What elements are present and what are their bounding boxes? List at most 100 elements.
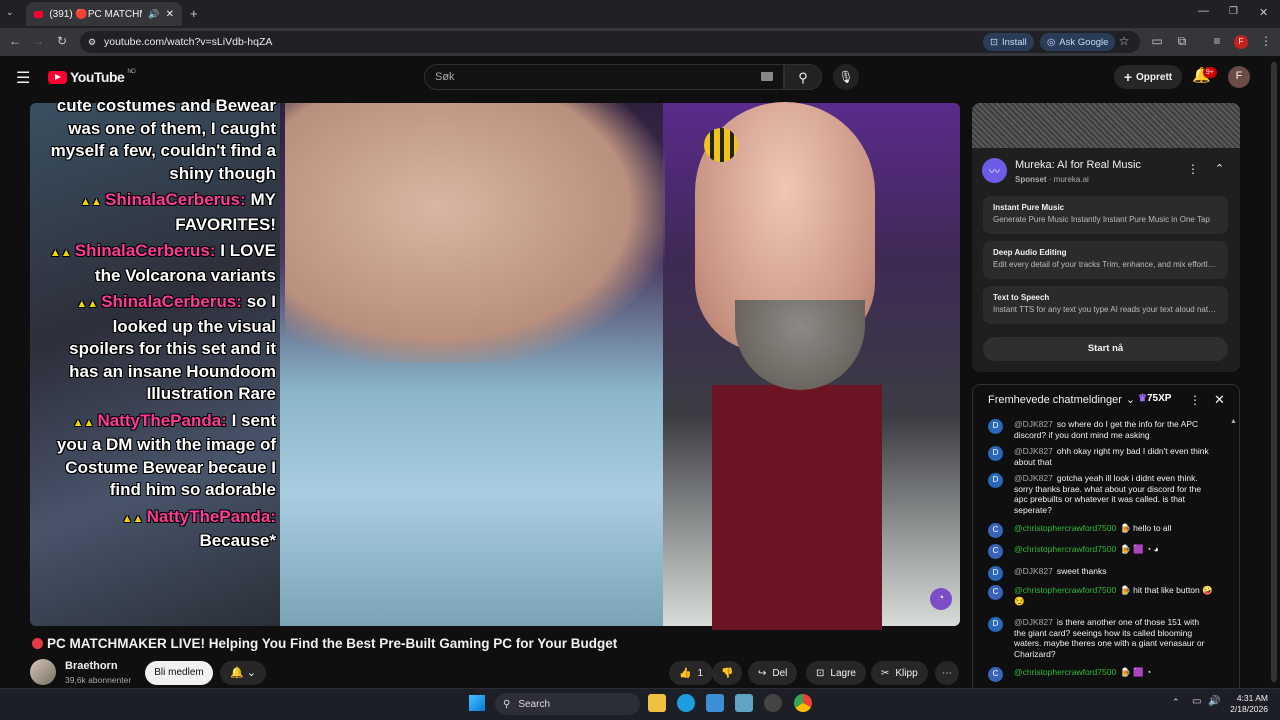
chat-author[interactable]: @DJK827: [1014, 617, 1053, 627]
chat-author[interactable]: @DJK827: [1014, 473, 1053, 483]
ad-sitelink[interactable]: Deep Audio Editing Edit every detail of y…: [983, 241, 1228, 279]
thumbs-down-icon: 👎: [721, 667, 734, 679]
taskbar-clock[interactable]: 4:31 AM 2/18/2026: [1226, 693, 1268, 715]
search-button[interactable]: ⚲: [784, 64, 822, 90]
app-icon[interactable]: [706, 694, 724, 712]
speaker-icon[interactable]: 🔊: [148, 9, 159, 20]
overlay-message: cute costumes and Bewear was one of them…: [44, 95, 276, 185]
window-close-icon[interactable]: ✕: [1259, 6, 1268, 19]
cast-icon[interactable]: ▭: [1149, 34, 1165, 48]
save-label: Lagre: [830, 667, 856, 679]
join-button[interactable]: Bli medlem: [145, 661, 213, 685]
new-tab-icon[interactable]: +: [190, 6, 198, 21]
chat-author[interactable]: @DJK827: [1014, 446, 1053, 456]
logo-text: YouTube: [70, 69, 125, 85]
clock-time: 4:31 AM: [1236, 693, 1268, 703]
mureka-logo-icon[interactable]: 〰: [982, 158, 1007, 183]
reading-list-icon[interactable]: ≡: [1209, 34, 1225, 48]
chat-author-avatar[interactable]: C: [988, 667, 1003, 682]
chat-author-avatar[interactable]: D: [988, 566, 1003, 581]
share-button[interactable]: ↪ Del: [748, 661, 798, 685]
clip-label: Klipp: [895, 667, 918, 679]
network-icon[interactable]: ▭: [1192, 696, 1201, 707]
restore-icon[interactable]: ❐: [1229, 6, 1238, 17]
ad-sitelink[interactable]: Text to Speech Instant TTS for any text y…: [983, 286, 1228, 324]
youtube-logo[interactable]: YouTube NO: [48, 69, 136, 85]
browser-tab[interactable]: (391) 🔴PC MATCHMAKER LIVE 🔊 ✕: [26, 2, 182, 26]
chat-author[interactable]: @DJK827: [1014, 419, 1053, 429]
subscribe-bell-button[interactable]: 🔔 ⌄: [220, 661, 266, 685]
snipping-tool-icon[interactable]: [735, 694, 753, 712]
chat-author-avatar[interactable]: D: [988, 473, 1003, 488]
chat-author-avatar[interactable]: D: [988, 617, 1003, 632]
site-info-icon[interactable]: ⚙: [88, 37, 96, 48]
chat-author-avatar[interactable]: D: [988, 446, 1003, 461]
extensions-icon[interactable]: ⧉: [1174, 34, 1190, 49]
ad-menu-icon[interactable]: ⋮: [1187, 162, 1199, 176]
taskbar-search[interactable]: ⚲ Search: [495, 693, 640, 715]
sitelink-heading: Instant Pure Music: [993, 203, 1065, 212]
install-button[interactable]: ⊡ Install: [983, 33, 1034, 51]
chat-close-icon[interactable]: ✕: [1214, 392, 1225, 408]
create-button[interactable]: + Opprett: [1114, 65, 1182, 89]
video-title: PC MATCHMAKER LIVE! Helping You Find the…: [32, 636, 617, 651]
forward-icon[interactable]: →: [30, 34, 46, 48]
channel-name[interactable]: Braethorn: [65, 660, 118, 672]
like-button[interactable]: 👍 1: [669, 661, 714, 685]
chat-author[interactable]: @christophercrawford7500: [1014, 585, 1116, 595]
clock-date: 2/18/2026: [1230, 704, 1268, 714]
chat-author-avatar[interactable]: D: [988, 419, 1003, 434]
chat-author-avatar[interactable]: C: [988, 544, 1003, 559]
ask-google-button[interactable]: ◎ Ask Google: [1040, 33, 1116, 51]
notification-count-badge: 9+: [1203, 67, 1217, 78]
xp-value: 75XP: [1146, 393, 1172, 404]
channel-mascot-icon: ◔: [930, 588, 952, 610]
voice-search-button[interactable]: 🎙: [833, 64, 859, 90]
ad-cta-button[interactable]: Start nå: [983, 337, 1228, 361]
chat-author[interactable]: @christophercrawford7500: [1014, 523, 1116, 533]
keyboard-icon[interactable]: [761, 72, 773, 81]
volume-icon[interactable]: 🔊: [1208, 696, 1220, 707]
dislike-button[interactable]: 👎: [712, 661, 743, 685]
overlay-message: ▲▲ ShinalaCerberus: so I looked up the v…: [44, 291, 276, 406]
save-button[interactable]: ⊡ Lagre: [806, 661, 866, 685]
chrome-icon[interactable]: [794, 694, 812, 712]
more-icon: ⋯: [942, 667, 952, 679]
user-avatar[interactable]: F: [1228, 66, 1250, 88]
chat-author-avatar[interactable]: C: [988, 585, 1003, 600]
tab-list-icon[interactable]: ⌄: [6, 7, 14, 18]
minimize-icon[interactable]: —: [1198, 5, 1209, 17]
more-actions-button[interactable]: ⋯: [935, 661, 959, 685]
collapse-chevron-icon[interactable]: ⌃: [1215, 162, 1224, 175]
chat-menu-icon[interactable]: ⋮: [1189, 393, 1201, 407]
github-icon[interactable]: [764, 694, 782, 712]
profile-avatar[interactable]: F: [1234, 35, 1248, 49]
reload-icon[interactable]: ↻: [54, 34, 70, 48]
clip-button[interactable]: ✂ Klipp: [871, 661, 928, 685]
xp-badge[interactable]: ♛75XP: [1138, 393, 1171, 404]
chat-author[interactable]: @christophercrawford7500: [1014, 667, 1116, 677]
chat-message: C @christophercrawford7500 🍺 🟪 ◔ ◕: [988, 544, 1213, 559]
page-scrollbar[interactable]: [1271, 62, 1277, 682]
tab-close-icon[interactable]: ✕: [166, 9, 174, 20]
tray-chevron-icon[interactable]: ⌃: [1172, 697, 1180, 708]
like-count: 1: [697, 667, 704, 679]
ad-title[interactable]: Mureka: AI for Real Music: [1015, 159, 1141, 171]
chat-author[interactable]: @DJK827: [1014, 566, 1053, 576]
hamburger-menu-icon[interactable]: ☰: [16, 68, 30, 88]
browser-menu-icon[interactable]: ⋮: [1258, 34, 1274, 48]
back-icon[interactable]: ←: [7, 34, 23, 48]
edge-icon[interactable]: [677, 694, 695, 712]
windows-start-icon[interactable]: [469, 695, 485, 711]
address-bar[interactable]: ⚙ youtube.com/watch?v=sLiVdb-hqZA: [80, 31, 1140, 53]
chat-mode-dropdown[interactable]: Fremhevede chatmeldinger ⌄: [988, 393, 1135, 407]
chat-scroll-up-icon[interactable]: ▲: [1230, 418, 1237, 425]
channel-avatar[interactable]: [30, 659, 56, 685]
chat-author[interactable]: @christophercrawford7500: [1014, 544, 1116, 554]
chat-author-avatar[interactable]: C: [988, 523, 1003, 538]
ad-sitelink[interactable]: Instant Pure Music Generate Pure Music In…: [983, 196, 1228, 234]
overlay-message: ▲▲ ShinalaCerberus: MY FAVORITES!: [44, 189, 276, 236]
search-input[interactable]: Søk: [424, 64, 784, 90]
file-explorer-icon[interactable]: [648, 694, 666, 712]
bookmark-star-icon[interactable]: ☆: [1116, 34, 1132, 48]
